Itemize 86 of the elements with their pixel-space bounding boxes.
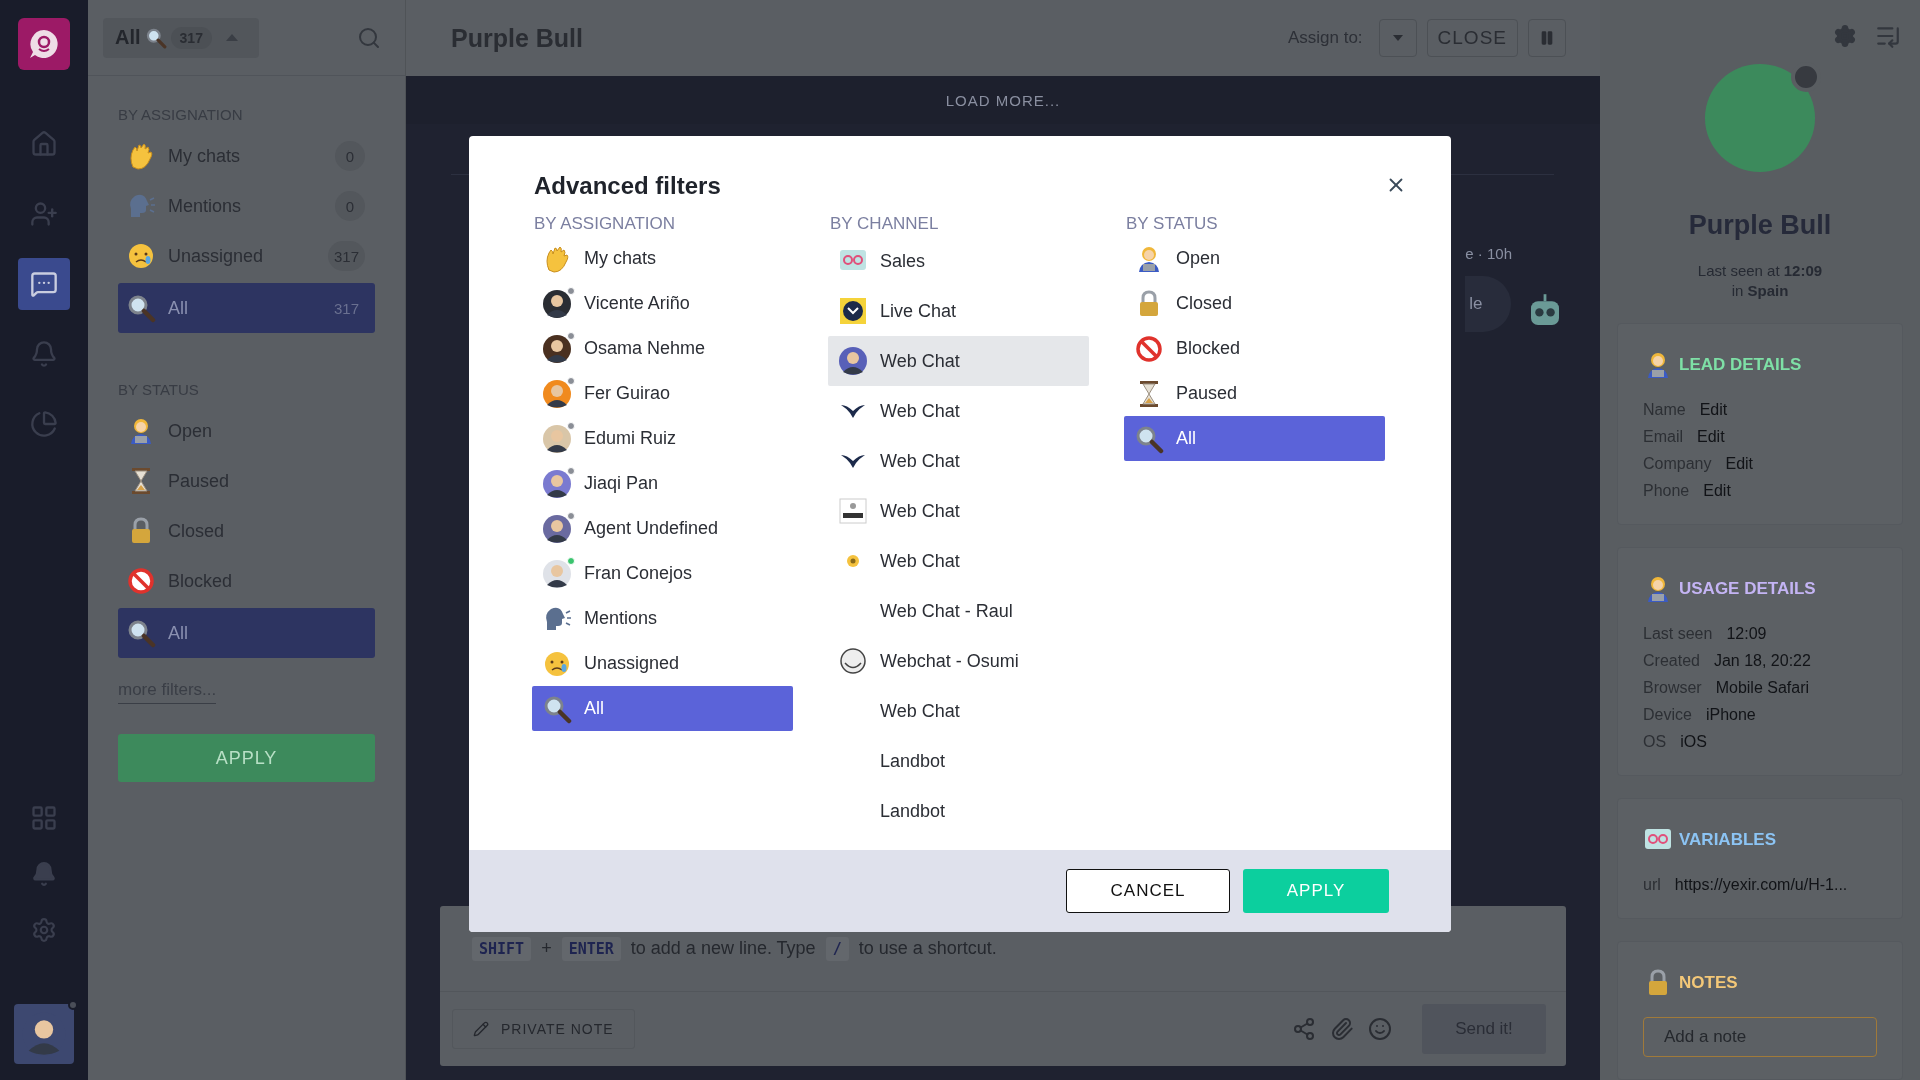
field-value: Edit [1725,454,1754,474]
avatar-icon [542,513,572,544]
filter-option[interactable]: Web Chat [828,486,1089,536]
magnifier-icon [126,293,156,323]
dialog-title: Advanced filters [534,172,722,200]
paperclip-icon[interactable] [1330,1017,1354,1041]
filter-item[interactable]: All [118,608,375,658]
hint-text: + [541,938,552,959]
filter-option[interactable]: My chats [532,236,793,281]
filter-option[interactable]: Fer Guirao [532,371,793,416]
caret-icon [1392,35,1403,41]
filter-option[interactable]: Paused [1124,371,1385,416]
card-title: NOTES [1679,973,1738,993]
filter-option[interactable]: Closed [1124,281,1385,326]
filter-option[interactable]: Landbot [828,736,1089,786]
filter-option[interactable]: Blocked [1124,326,1385,371]
field-value: 12:09 [1726,624,1767,644]
user-avatar[interactable] [14,1004,74,1064]
filter-option[interactable]: Landbot [828,786,1089,836]
pause-button[interactable] [1528,19,1566,57]
filter-option[interactable]: All [532,686,793,731]
card-title: VARIABLES [1679,830,1776,850]
prohibited-icon [1134,333,1164,364]
share-icon[interactable] [1292,1017,1316,1041]
filter-option[interactable]: Fran Conejos [532,551,793,596]
key-hint: / [825,936,849,961]
magnifier-icon [144,26,167,49]
status-dot [68,1000,78,1010]
field-value: iOS [1680,732,1707,752]
filter-option[interactable]: Agent Undefined [532,506,793,551]
filter-option[interactable]: Edumi Ruiz [532,416,793,461]
smiley-icon[interactable] [1368,1017,1392,1041]
filter-option[interactable]: All [1124,416,1385,461]
avatar-icon [542,558,572,589]
filter-option[interactable]: Jiaqi Pan [532,461,793,506]
avatar-icon [838,346,868,376]
column-heading: BY STATUS [1126,214,1219,234]
avatar-icon [542,288,572,319]
filter-option[interactable]: Vicente Ariño [532,281,793,326]
field-value: Mobile Safari [1715,678,1810,698]
cancel-button[interactable]: CANCEL [1066,869,1230,913]
field-value: Edit [1703,481,1731,501]
filter-option[interactable]: Osama Nehme [532,326,793,371]
filter-option[interactable]: Open [1124,236,1385,281]
filter-option[interactable]: Mentions [532,596,793,641]
filter-option[interactable]: Sales [828,236,1089,286]
filter-option[interactable]: Web Chat [828,336,1089,386]
logo-icon [838,296,868,326]
message-bubble: le [1465,276,1511,332]
avatar-icon [542,378,572,409]
field-value: iPhone [1705,705,1756,725]
filter-option[interactable]: Web Chat [828,536,1089,586]
filter-option[interactable]: Webchat - Osumi [828,636,1089,686]
field-value: Edit [1697,427,1725,447]
avatar-icon [542,423,572,454]
app-logo[interactable] [18,18,70,70]
note-field[interactable]: Add a note [1643,1017,1877,1057]
card-title: USAGE DETAILS [1679,579,1816,599]
filter-option[interactable]: Web Chat - Raul [828,586,1089,636]
sad-face-icon [126,241,156,271]
filter-option[interactable]: Web Chat [828,436,1089,486]
card-title: LEAD DETAILS [1679,355,1802,375]
filter-option[interactable]: Web Chat [828,686,1089,736]
field-value: Edit [1699,400,1728,420]
avatar-icon [542,468,572,499]
filter-option[interactable]: Web Chat [828,386,1089,436]
prohibited-icon [126,566,156,596]
pause-icon [1539,30,1555,46]
pencil-icon [473,1021,489,1037]
key-hint: ENTER [561,936,621,961]
chat-icon[interactable] [18,258,70,310]
avatar-icon [542,333,572,364]
field-value: https://yexir.com/u/H-1... [1674,875,1848,895]
caret-icon [225,34,238,41]
face-icon [838,646,868,676]
message-meta: e · 10h [1465,245,1512,262]
filter-option[interactable]: Live Chat [828,286,1089,336]
column-heading: BY CHANNEL [830,214,940,234]
filter-item[interactable]: All 317 [118,283,375,333]
filter-option[interactable]: Unassigned [532,641,793,686]
assign-dropdown[interactable] [1378,19,1417,57]
column-heading: BY ASSIGNATION [534,214,677,234]
magnifier-icon [126,618,156,648]
logo-icon [838,496,868,526]
field-value: Jan 18, 20:22 [1713,651,1811,671]
key-hint: SHIFT [472,936,532,961]
